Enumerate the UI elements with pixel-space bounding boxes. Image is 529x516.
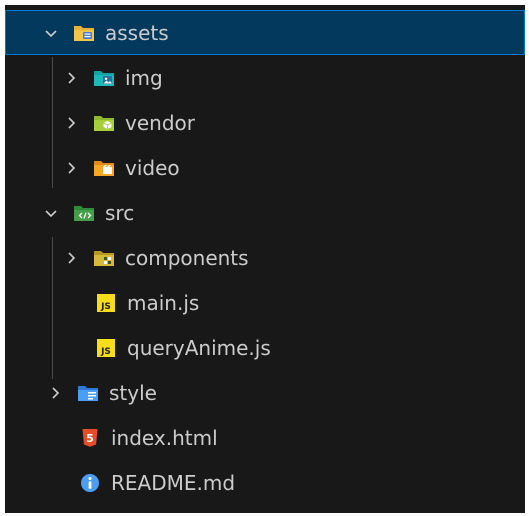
folder-components-icon	[93, 248, 115, 268]
tree-item-label: src	[105, 200, 135, 225]
folder-style-icon	[77, 383, 99, 403]
svg-text:5: 5	[86, 432, 94, 445]
tree-item-index-html[interactable]: 5 index.html	[5, 415, 525, 460]
tree-item-label: style	[109, 380, 157, 405]
html-file-icon: 5	[79, 428, 101, 448]
tree-item-label: assets	[105, 20, 169, 45]
tree-item-label: main.js	[127, 290, 200, 315]
chevron-right-icon[interactable]	[63, 250, 79, 266]
tree-item-components[interactable]: components	[5, 235, 525, 280]
tree-item-style[interactable]: style	[5, 370, 525, 415]
chevron-down-icon[interactable]	[43, 205, 59, 221]
tree-item-label: queryAnime.js	[127, 335, 271, 360]
chevron-right-icon[interactable]	[63, 70, 79, 86]
tree-item-label: index.html	[111, 425, 218, 450]
tree-item-label: README.md	[111, 470, 236, 495]
svg-text:JS: JS	[100, 347, 111, 357]
chevron-right-icon[interactable]	[63, 115, 79, 131]
tree-item-assets[interactable]: assets	[5, 10, 525, 55]
tree-item-label: img	[125, 65, 163, 90]
javascript-file-icon: JS	[95, 293, 117, 313]
folder-src-icon	[73, 203, 95, 223]
tree-item-label: vendor	[125, 110, 195, 135]
folder-video-icon	[93, 158, 115, 178]
tree-item-vendor[interactable]: vendor	[5, 100, 525, 145]
tree-item-label: components	[125, 245, 249, 270]
tree-item-img[interactable]: img	[5, 55, 525, 100]
svg-text:JS: JS	[100, 302, 111, 312]
tree-item-video[interactable]: video	[5, 145, 525, 190]
chevron-right-icon[interactable]	[47, 385, 63, 401]
javascript-file-icon: JS	[95, 338, 117, 358]
chevron-down-icon[interactable]	[43, 25, 59, 41]
folder-vendor-icon	[93, 113, 115, 133]
tree-item-readme-md[interactable]: README.md	[5, 460, 525, 505]
file-explorer: assets img vendor video src components J…	[5, 5, 525, 513]
info-icon	[79, 473, 101, 493]
tree-item-src[interactable]: src	[5, 190, 525, 235]
folder-images-icon	[93, 68, 115, 88]
chevron-right-icon[interactable]	[63, 160, 79, 176]
tree-item-queryanime-js[interactable]: JS queryAnime.js	[5, 325, 525, 370]
folder-assets-icon	[73, 23, 95, 43]
tree-item-label: video	[125, 155, 180, 180]
tree-item-main-js[interactable]: JS main.js	[5, 280, 525, 325]
